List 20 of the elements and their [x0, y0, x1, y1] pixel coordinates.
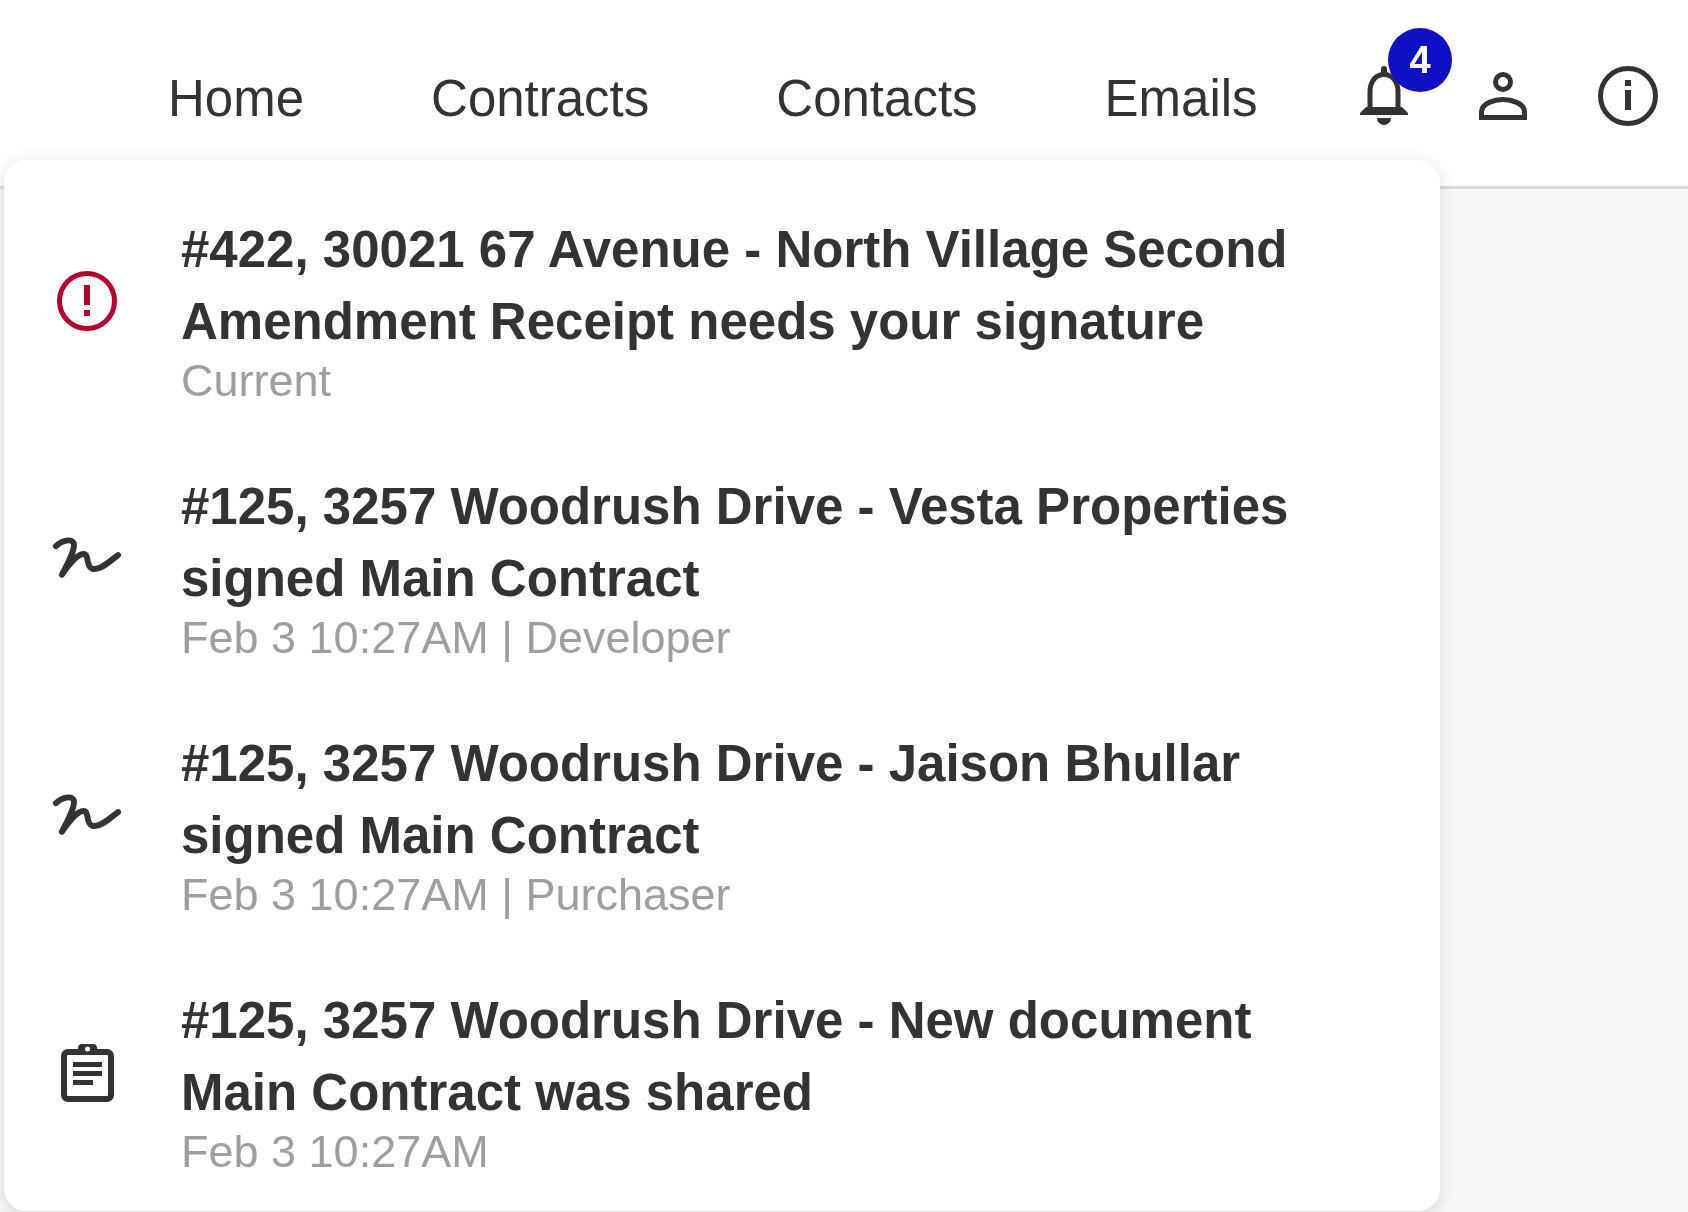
notification-title: #125, 3257 Woodrush Drive - Vesta Properties signed Main Contract	[181, 477, 1290, 609]
bell-icon[interactable]	[1360, 66, 1408, 126]
notification-meta: Current	[181, 358, 333, 404]
notification-title: #125, 3257 Woodrush Drive - New document Main Contract was shared	[181, 991, 1253, 1123]
person-icon[interactable]	[1479, 72, 1527, 120]
notification-title: #422, 30021 67 Avenue - North Village Second Amendment Receipt needs your signature	[181, 220, 1289, 352]
nav-link[interactable]: Home	[168, 69, 305, 129]
notification-meta: Feb 3 10:27AM	[181, 1129, 490, 1175]
nav-link[interactable]: Emails	[1104, 69, 1258, 129]
notification-meta: Feb 3 10:27AM | Purchaser	[181, 872, 732, 918]
clipboard-icon	[60, 1042, 114, 1102]
notification-count-badge: 4	[1388, 28, 1452, 92]
signature-icon	[52, 794, 122, 836]
alert-icon	[57, 271, 117, 331]
nav-link[interactable]: Contacts	[776, 69, 978, 129]
signature-icon	[52, 537, 122, 579]
notification-title: #125, 3257 Woodrush Drive - Jaison Bhullar signed Main Contract	[181, 734, 1242, 866]
notification-meta: Feb 3 10:27AM | Developer	[181, 615, 732, 661]
nav-link[interactable]: Contracts	[431, 69, 650, 129]
info-icon[interactable]	[1598, 66, 1658, 126]
